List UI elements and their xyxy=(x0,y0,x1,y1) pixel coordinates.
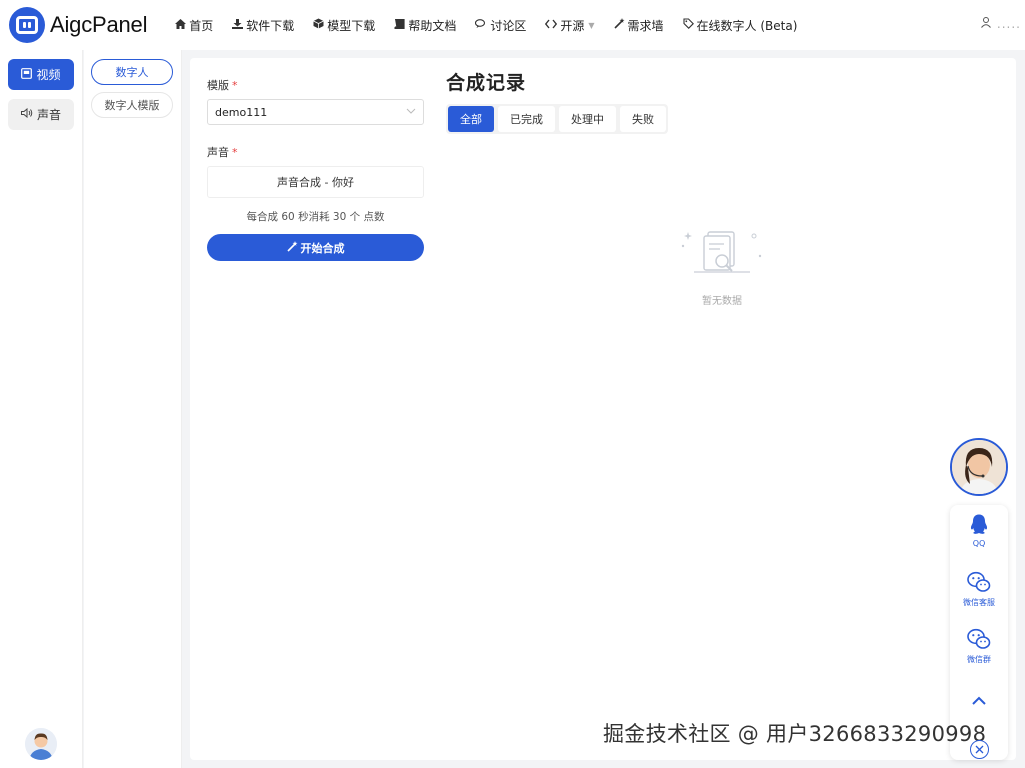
close-support-button[interactable] xyxy=(970,740,989,759)
wechat-group-label: 微信群 xyxy=(967,655,991,664)
nav-demand-wall-label: 需求墙 xyxy=(627,18,664,33)
qq-label: QQ xyxy=(972,539,986,548)
template-label-text: 模版 xyxy=(207,79,229,92)
template-select[interactable]: demo111 xyxy=(207,99,424,125)
nav-help-docs-label: 帮助文档 xyxy=(408,18,457,33)
nav-help-docs[interactable]: 帮助文档 xyxy=(394,17,456,34)
nav-model-download-label: 模型下载 xyxy=(327,18,376,33)
nav-forum[interactable]: 讨论区 xyxy=(475,17,526,34)
wechat-group-icon xyxy=(967,628,991,649)
cube-icon xyxy=(313,18,324,32)
records-title: 合成记录 xyxy=(446,72,527,94)
voice-label: 声音 * xyxy=(207,144,424,160)
cost-info: 每合成 60 秒消耗 30 个 点数 xyxy=(246,211,385,223)
tag-icon xyxy=(682,18,694,32)
tab-processing[interactable]: 处理中 xyxy=(559,106,616,132)
main-nav: 首页 软件下载 模型下载 帮助文档 讨论区 开源 ▼ 需求墙 在线数字人 (Be… xyxy=(175,17,816,34)
tab-failed[interactable]: 失败 xyxy=(620,106,666,132)
sidebar-item-sound[interactable]: 声音 xyxy=(8,99,74,130)
required-mark: * xyxy=(232,146,238,159)
customer-service-avatar[interactable] xyxy=(950,438,1008,496)
empty-state: 暂无数据 xyxy=(680,226,764,307)
nav-home-label: 首页 xyxy=(189,18,214,33)
voice-label-text: 声音 xyxy=(207,146,229,159)
user-name: ..... xyxy=(996,17,1021,31)
sidebar-item-video[interactable]: 视频 xyxy=(8,59,74,90)
nav-model-download[interactable]: 模型下载 xyxy=(313,17,375,34)
top-header: AigcPanel 首页 软件下载 模型下载 帮助文档 讨论区 开源 ▼ 需求墙… xyxy=(0,0,1025,50)
nav-home[interactable]: 首页 xyxy=(175,17,213,34)
records-tabs: 全部 已完成 处理中 失败 xyxy=(446,104,668,134)
subside-item-digital-human[interactable]: 数字人 xyxy=(91,59,173,85)
records-section: 合成记录 全部 已完成 处理中 失败 xyxy=(446,68,668,134)
wand-icon xyxy=(286,240,298,255)
speaker-icon xyxy=(20,107,33,121)
tab-completed[interactable]: 已完成 xyxy=(498,106,555,132)
wand-icon xyxy=(613,18,625,32)
tab-all[interactable]: 全部 xyxy=(448,106,494,132)
required-mark: * xyxy=(232,79,238,92)
download-icon xyxy=(232,18,244,32)
scroll-to-top-button[interactable] xyxy=(971,691,987,710)
subside-item-digital-human-template[interactable]: 数字人模版 xyxy=(91,92,173,118)
wechat-service-label: 微信客服 xyxy=(963,598,995,607)
sidebar-item-video-label: 视频 xyxy=(36,68,61,82)
wechat-service-contact[interactable]: 微信客服 xyxy=(950,571,1008,608)
chevron-up-icon xyxy=(972,696,986,705)
sidebar-item-sound-label: 声音 xyxy=(36,108,61,122)
code-icon xyxy=(545,19,558,32)
nav-open-source[interactable]: 开源 ▼ xyxy=(545,17,595,34)
home-icon xyxy=(175,18,187,32)
main-panel: 模版 * demo111 声音 * 声音合成 - 你好 每合成 60 秒消耗 30 … xyxy=(190,58,1016,760)
book-icon xyxy=(394,17,405,32)
template-select-value: demo111 xyxy=(215,105,268,119)
start-synthesis-label: 开始合成 xyxy=(300,241,345,255)
logo[interactable]: AigcPanel xyxy=(9,7,147,43)
logo-icon xyxy=(9,7,45,43)
watermark: 掘金技术社区 @ 用户3266833290998 xyxy=(603,722,987,746)
qq-icon xyxy=(970,514,988,534)
secondary-sidebar: 数字人 数字人模版 xyxy=(84,50,182,768)
close-icon xyxy=(975,745,984,754)
left-sidebar: 视频 声音 xyxy=(0,50,83,768)
nav-demand-wall[interactable]: 需求墙 xyxy=(613,17,664,34)
nav-online-digital-human-label: 在线数字人 (Beta) xyxy=(696,18,798,33)
nav-online-digital-human[interactable]: 在线数字人 (Beta) xyxy=(682,17,798,34)
chevron-down-icon xyxy=(406,107,416,117)
nav-open-source-label: 开源 xyxy=(560,18,585,33)
chat-icon xyxy=(475,18,487,32)
chevron-down-icon: ▼ xyxy=(588,20,595,30)
qq-contact[interactable]: QQ xyxy=(950,513,1008,548)
start-synthesis-button[interactable]: 开始合成 xyxy=(207,234,424,261)
video-icon xyxy=(21,67,33,82)
empty-data-icon xyxy=(681,231,762,273)
wechat-icon xyxy=(967,571,991,592)
empty-text: 暂无数据 xyxy=(702,296,742,307)
synthesis-form: 模版 * demo111 声音 * 声音合成 - 你好 每合成 60 秒消耗 30 … xyxy=(207,58,424,261)
user-menu[interactable]: ..... xyxy=(981,17,1021,31)
nav-forum-label: 讨论区 xyxy=(490,18,527,33)
user-icon xyxy=(981,17,991,31)
wechat-group-contact[interactable]: 微信群 xyxy=(950,628,1008,665)
nav-software-download[interactable]: 软件下载 xyxy=(232,17,294,34)
voice-selector[interactable]: 声音合成 - 你好 xyxy=(207,166,424,198)
brand-name: AigcPanel xyxy=(50,12,148,37)
nav-software-download-label: 软件下载 xyxy=(246,18,295,33)
avatar[interactable] xyxy=(25,728,57,760)
template-label: 模版 * xyxy=(207,77,424,93)
